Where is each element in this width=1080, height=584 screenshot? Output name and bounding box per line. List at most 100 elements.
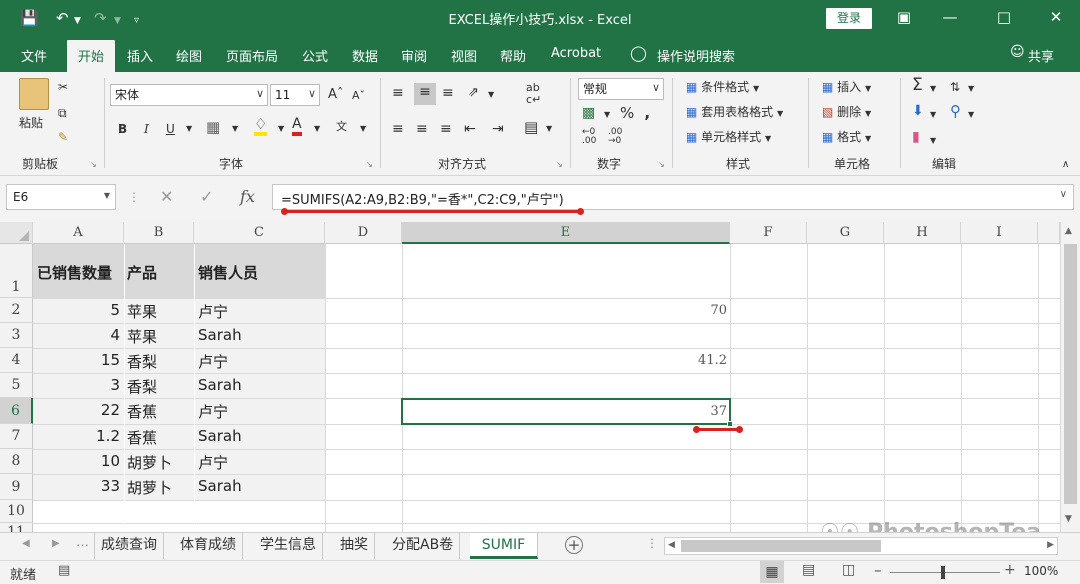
zoom-slider[interactable]: [890, 572, 1000, 573]
row-header-3[interactable]: 3: [0, 323, 33, 348]
column-header-e[interactable]: E: [402, 222, 730, 244]
cell-b2[interactable]: 苹果: [127, 301, 157, 322]
align-bottom-icon[interactable]: ≡: [442, 84, 454, 102]
autosum-dropdown-icon[interactable]: ▼: [930, 80, 936, 98]
scroll-up-icon[interactable]: ▲: [1065, 226, 1072, 236]
cell-b8[interactable]: 胡萝卜: [127, 452, 172, 473]
more-sheets-icon[interactable]: …: [76, 535, 89, 550]
tab-view[interactable]: 视图: [451, 46, 477, 65]
tab-acrobat[interactable]: Acrobat: [551, 46, 601, 61]
align-center-icon[interactable]: ≡: [416, 120, 428, 138]
clear-icon[interactable]: ▮: [912, 128, 920, 146]
close-icon[interactable]: ✕: [1046, 6, 1066, 28]
row-header-2[interactable]: 2: [0, 298, 33, 323]
scroll-left-icon[interactable]: ◀: [668, 540, 675, 550]
orientation-icon[interactable]: ⇗: [468, 84, 479, 102]
format-as-table-button[interactable]: ▦ 套用表格格式 ▼: [686, 103, 783, 123]
zoom-slider-thumb[interactable]: [941, 566, 945, 579]
cell-b6[interactable]: 香蕉: [127, 401, 157, 422]
horizontal-scrollbar[interactable]: ◀ ▶: [664, 537, 1058, 555]
tab-split-icon[interactable]: ⋮: [646, 536, 658, 550]
tab-data[interactable]: 数据: [352, 46, 378, 65]
find-select-icon[interactable]: ⚲: [950, 102, 961, 120]
column-header-f[interactable]: F: [730, 222, 807, 244]
cell-c2[interactable]: 卢宁: [198, 301, 228, 322]
scroll-down-icon[interactable]: ▼: [1065, 514, 1072, 524]
merge-center-icon[interactable]: ▤: [524, 118, 538, 136]
formula-input[interactable]: =SUMIFS(A2:A9,B2:B9,"=香*",C2:C9,"卢宁") ∨: [272, 184, 1074, 210]
tab-help[interactable]: 帮助: [500, 46, 526, 65]
row-header-5[interactable]: 5: [0, 373, 33, 398]
conditional-formatting-button[interactable]: ▦ 条件格式 ▼: [686, 78, 759, 98]
cell-e4[interactable]: 41.2: [402, 353, 727, 368]
copy-icon[interactable]: ⧉: [58, 104, 67, 122]
fill-icon[interactable]: ⬇: [912, 102, 924, 120]
vertical-scrollbar[interactable]: ▲ ▼: [1060, 222, 1080, 532]
font-name-combo[interactable]: 宋体 ∨: [110, 84, 268, 106]
sort-filter-icon[interactable]: ⇅: [950, 78, 960, 96]
sheet-tab-2[interactable]: 体育成绩: [174, 533, 243, 559]
cell-c5[interactable]: Sarah: [198, 376, 242, 394]
cell-a2[interactable]: 5: [33, 301, 120, 319]
cell-a5[interactable]: 3: [33, 376, 120, 394]
column-header-i[interactable]: I: [961, 222, 1038, 244]
row-header-4[interactable]: 4: [0, 348, 33, 373]
cut-icon[interactable]: ✂: [58, 78, 68, 96]
horizontal-scroll-thumb[interactable]: [681, 540, 881, 552]
comma-style-icon[interactable]: ‚: [644, 104, 650, 122]
fill-color-dropdown-icon[interactable]: ▼: [278, 120, 284, 138]
number-format-combo[interactable]: 常规 ∨: [578, 78, 664, 100]
decrease-decimal-icon[interactable]: .00 →0: [608, 128, 622, 146]
align-right-icon[interactable]: ≡: [440, 120, 452, 138]
tab-formulas[interactable]: 公式: [302, 46, 328, 65]
align-left-icon[interactable]: ≡: [392, 120, 404, 138]
scroll-right-icon[interactable]: ▶: [1047, 540, 1054, 550]
expand-formula-icon[interactable]: ∨: [1060, 189, 1067, 200]
sheet-tab-sumif[interactable]: SUMIF: [470, 533, 538, 559]
cell-a4[interactable]: 15: [33, 351, 120, 369]
cell-styles-button[interactable]: ▦ 单元格样式 ▼: [686, 128, 771, 148]
merge-dropdown-icon[interactable]: ▼: [546, 120, 552, 138]
page-layout-view-icon[interactable]: ▤: [802, 562, 815, 578]
alignment-launcher-icon[interactable]: ↘: [556, 160, 563, 169]
cancel-icon[interactable]: ✕: [160, 188, 173, 206]
accounting-dropdown-icon[interactable]: ▼: [604, 106, 610, 124]
minimize-icon[interactable]: —: [940, 6, 960, 28]
find-select-dropdown-icon[interactable]: ▼: [968, 106, 974, 124]
paste-icon[interactable]: [19, 78, 49, 110]
format-painter-icon[interactable]: ✎: [58, 128, 68, 146]
column-header-h[interactable]: H: [884, 222, 961, 244]
zoom-level[interactable]: 100%: [1024, 564, 1058, 578]
cell-c3[interactable]: Sarah: [198, 326, 242, 344]
enter-icon[interactable]: ✓: [200, 188, 213, 206]
row-header-6[interactable]: 6: [0, 398, 33, 424]
autosum-icon[interactable]: Σ: [912, 76, 923, 94]
column-header-c[interactable]: C: [194, 222, 325, 244]
wrap-text-icon[interactable]: ab c↵: [526, 82, 541, 106]
number-launcher-icon[interactable]: ↘: [658, 160, 665, 169]
cell-c7[interactable]: Sarah: [198, 427, 242, 445]
insert-function-icon[interactable]: fx: [240, 188, 255, 206]
cell-c4[interactable]: 卢宁: [198, 351, 228, 372]
fill-dropdown-icon[interactable]: ▼: [930, 106, 936, 124]
cell-a3[interactable]: 4: [33, 326, 120, 344]
cell-b9[interactable]: 胡萝卜: [127, 477, 172, 498]
ribbon-display-options-icon[interactable]: ▣: [894, 6, 914, 28]
italic-button[interactable]: I: [144, 120, 149, 138]
format-cells-button[interactable]: ▦ 格式 ▼: [822, 128, 871, 148]
new-sheet-icon[interactable]: +: [565, 536, 583, 554]
cell-e2[interactable]: 70: [402, 303, 727, 318]
phonetic-guide-icon[interactable]: 文: [336, 118, 347, 136]
row-header-7[interactable]: 7: [0, 424, 33, 449]
tell-me-search[interactable]: 操作说明搜索: [657, 46, 735, 65]
tab-home[interactable]: 开始: [67, 40, 116, 72]
maximize-icon[interactable]: □: [994, 6, 1014, 28]
column-header-b[interactable]: B: [124, 222, 194, 244]
accounting-format-icon[interactable]: ▩: [582, 104, 595, 122]
align-top-icon[interactable]: ≡: [392, 84, 404, 102]
clipboard-launcher-icon[interactable]: ↘: [90, 160, 97, 169]
login-button[interactable]: 登录: [826, 8, 872, 29]
scroll-tabs-left-icon[interactable]: ◀: [22, 538, 30, 549]
underline-button[interactable]: U: [166, 120, 175, 138]
decrease-indent-icon[interactable]: ⇤: [464, 120, 476, 138]
